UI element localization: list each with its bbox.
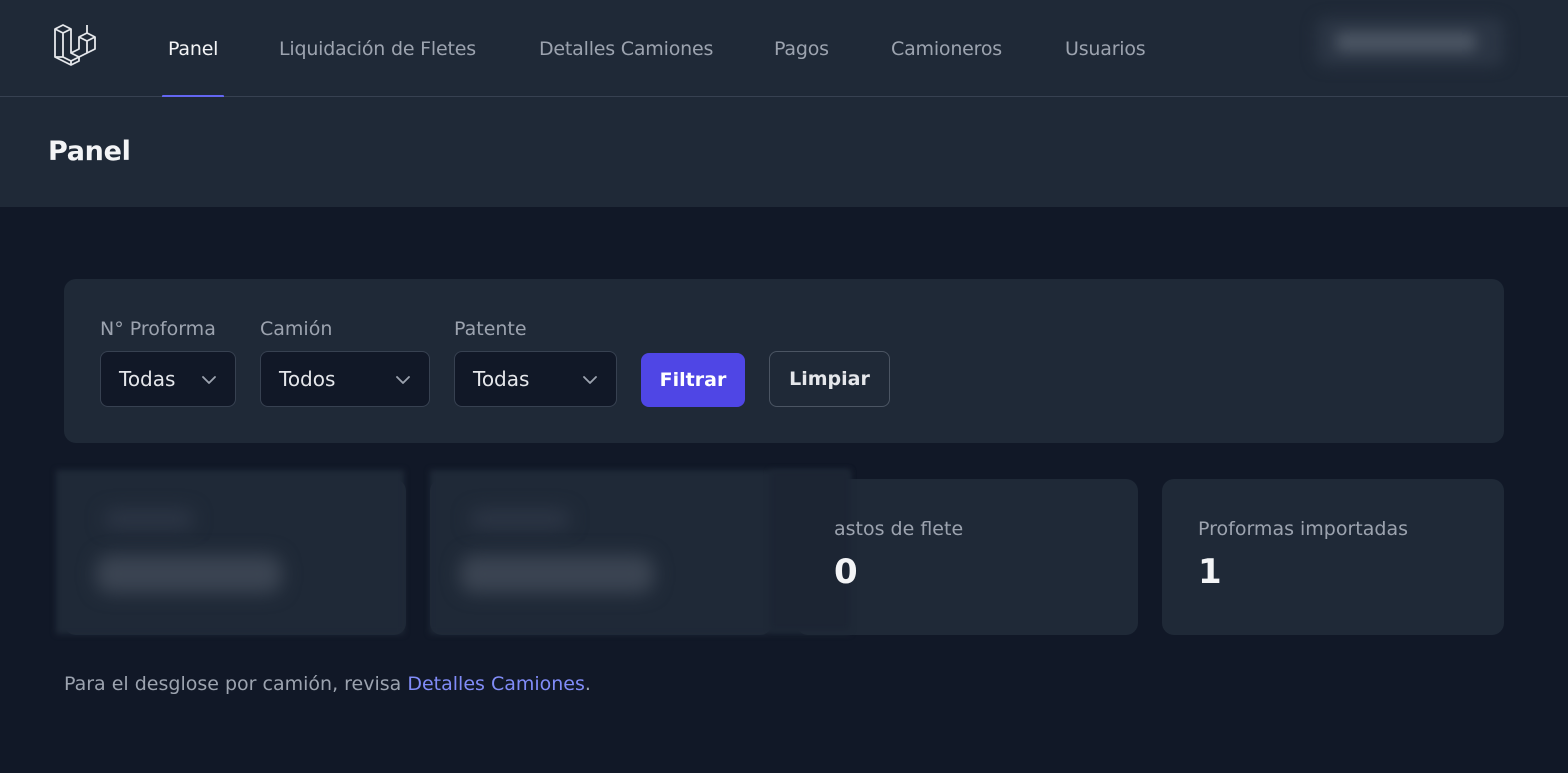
patente-select[interactable]: Todas [454,351,617,407]
blurred-region-1 [56,470,404,634]
proforma-label: N° Proforma [100,318,216,340]
stat-value-proformas: 1 [1198,552,1222,592]
page-header [0,97,1568,207]
detalles-camiones-link[interactable]: Detalles Camiones [407,673,585,695]
blurred-overlap [770,470,850,630]
blurred-label-1 [104,510,194,528]
blurred-label-2 [470,510,570,528]
camion-label: Camión [260,318,333,340]
patente-label: Patente [454,318,527,340]
blurred-value-1 [96,555,282,593]
patente-select-value: Todas [473,367,530,391]
nav-panel[interactable]: Panel [161,0,225,98]
nav-usuarios[interactable]: Usuarios [1065,0,1146,97]
stat-label-gastos-flete: astos de flete [834,518,964,540]
chevron-down-icon [202,376,216,384]
filter-button[interactable]: Filtrar [641,353,745,407]
proforma-select-value: Todas [119,367,176,391]
stat-value-gastos-flete: 0 [834,552,858,592]
blurred-value-2 [460,555,654,593]
user-menu-icon[interactable] [1316,18,1504,66]
footnote: Para el desglose por camión, revisa Deta… [64,673,591,695]
page-title: Panel [48,136,131,167]
chevron-down-icon [583,376,597,384]
camion-select[interactable]: Todos [260,351,430,407]
chevron-down-icon [396,376,410,384]
top-navigation: Panel Liquidación de Fletes Detalles Cam… [0,0,1568,98]
nav-liquidacion-fletes[interactable]: Liquidación de Fletes [279,0,476,97]
laravel-logo-icon[interactable] [52,23,102,73]
stat-label-proformas: Proformas importadas [1198,518,1409,540]
clear-button[interactable]: Limpiar [769,351,890,407]
camion-select-value: Todos [279,367,336,391]
footnote-text: Para el desglose por camión, revisa [64,673,408,695]
nav-pagos[interactable]: Pagos [774,0,829,97]
proforma-select[interactable]: Todas [100,351,236,407]
nav-detalles-camiones[interactable]: Detalles Camiones [539,0,713,97]
nav-camioneros[interactable]: Camioneros [891,0,1002,97]
footnote-suffix: . [584,673,591,695]
